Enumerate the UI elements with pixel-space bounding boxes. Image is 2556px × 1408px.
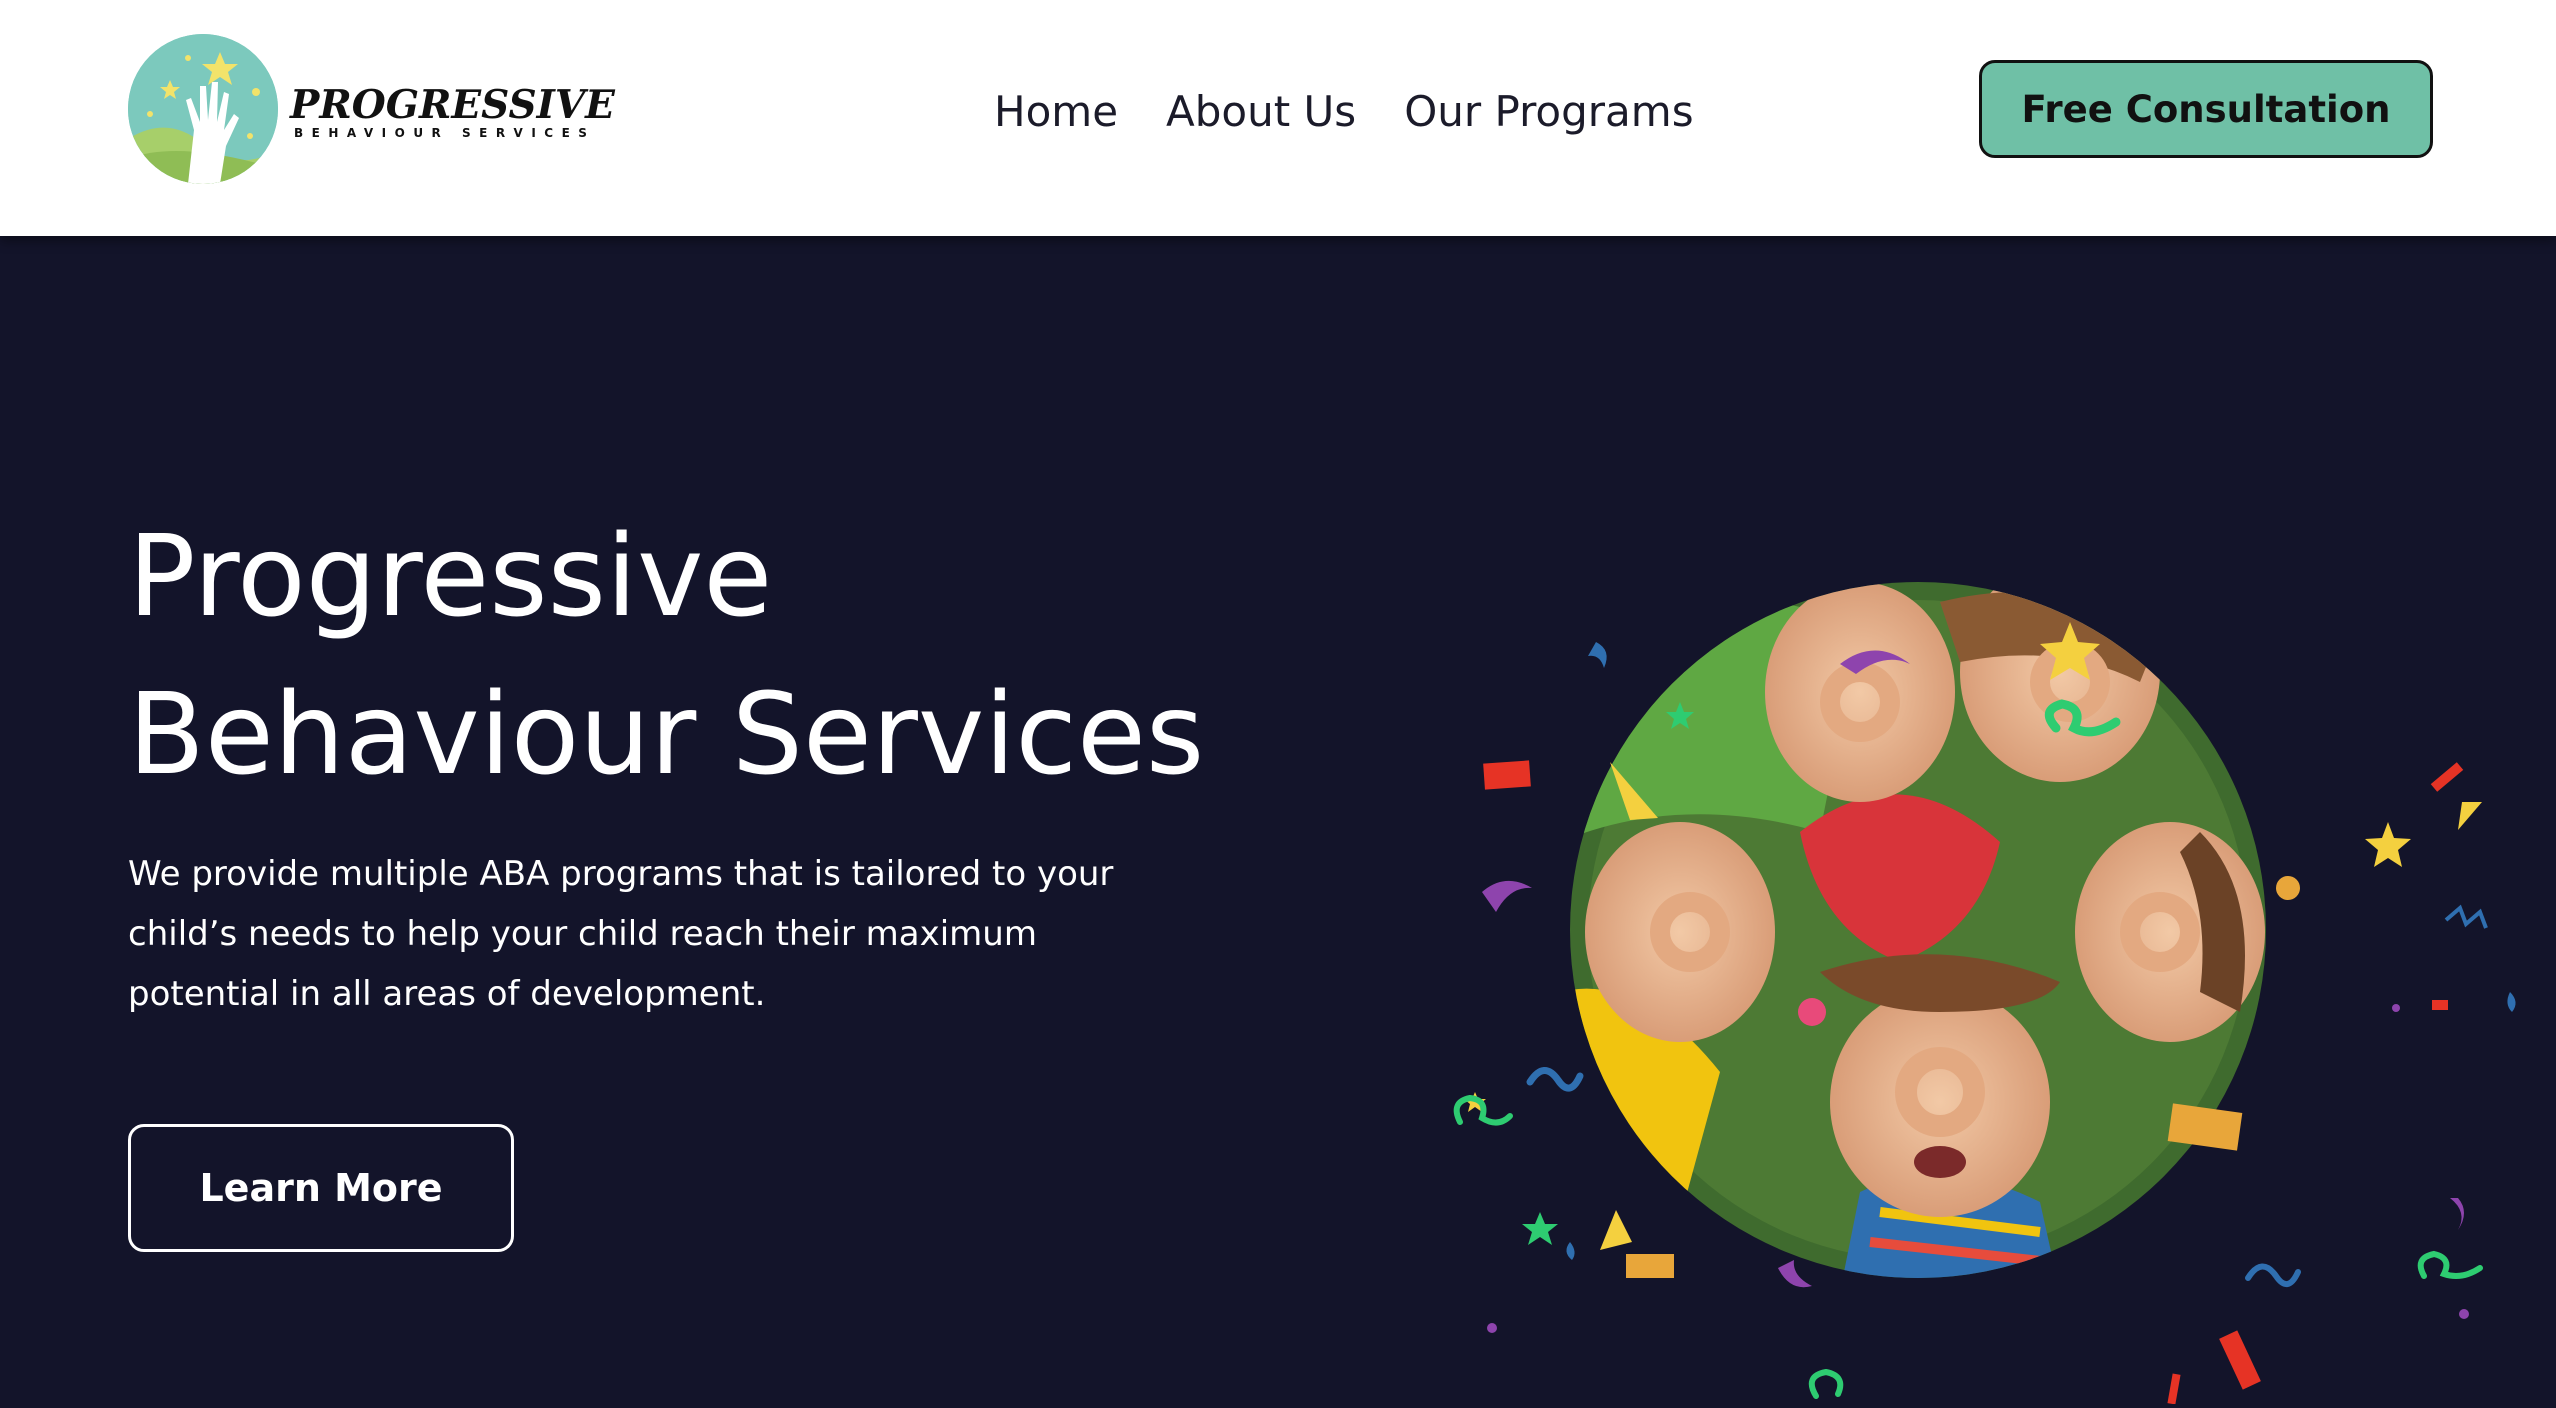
hero-title-line-2: Behaviour Services — [128, 670, 1205, 800]
kids-photo — [1570, 582, 2266, 1278]
site-header: PROGRESSIVE BEHAVIOUR SERVICES Home Abou… — [0, 0, 2556, 236]
hero-title: Progressive Behaviour Services — [128, 498, 1328, 814]
learn-more-button[interactable]: Learn More — [128, 1124, 514, 1252]
nav-our-programs[interactable]: Our Programs — [1404, 82, 1693, 142]
brand-logo[interactable]: PROGRESSIVE BEHAVIOUR SERVICES — [128, 34, 615, 184]
main-nav: Home About Us Our Programs — [994, 82, 1694, 142]
hero-illustration — [1300, 372, 2556, 1405]
nav-about-us[interactable]: About Us — [1166, 82, 1356, 142]
nav-home[interactable]: Home — [994, 82, 1118, 142]
hero-title-line-1: Progressive — [128, 512, 773, 642]
hero-description: We provide multiple ABA programs that is… — [128, 854, 1114, 1014]
hand-reaching-stars-icon — [128, 34, 278, 184]
hero-section: Progressive Behaviour Services We provid… — [0, 236, 2556, 1405]
free-consultation-button[interactable]: Free Consultation — [1979, 60, 2433, 158]
brand-tagline: BEHAVIOUR SERVICES — [294, 126, 596, 140]
brand-name: PROGRESSIVE — [290, 82, 615, 128]
